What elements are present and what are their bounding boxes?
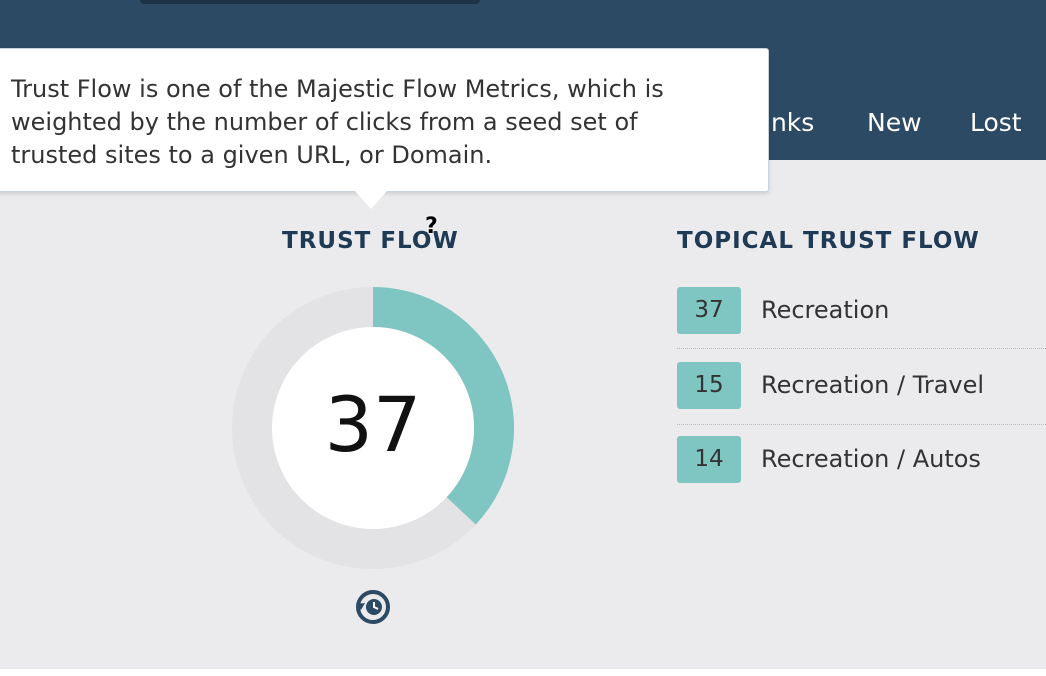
- tooltip-line: weighted by the number of clicks from a …: [11, 108, 638, 136]
- search-bar[interactable]: [140, 0, 480, 4]
- help-cursor-icon[interactable]: ?: [425, 214, 438, 239]
- topic-row: 15 Recreation / Travel: [677, 362, 1046, 410]
- trust-flow-value: 37: [324, 380, 422, 469]
- topical-trust-flow-title: TOPICAL TRUST FLOW: [677, 228, 980, 254]
- tooltip-line: trusted sites to a given URL, or Domain.: [11, 141, 493, 169]
- topic-row: 14 Recreation / Autos: [677, 436, 1046, 484]
- tooltip-line: Trust Flow is one of the Majestic Flow M…: [11, 75, 664, 103]
- topic-row: 37 Recreation: [677, 287, 1046, 335]
- topic-score-badge: 37: [677, 287, 741, 334]
- topic-label[interactable]: Recreation: [761, 287, 889, 334]
- topic-label[interactable]: Recreation / Travel: [761, 362, 984, 409]
- topic-score-badge: 15: [677, 362, 741, 409]
- trust-flow-tooltip: Trust Flow is one of the Majestic Flow M…: [0, 48, 769, 209]
- tab-new[interactable]: New: [867, 108, 922, 137]
- tooltip-arrow: [355, 191, 387, 209]
- topic-score-badge: 14: [677, 436, 741, 483]
- tooltip-text: Trust Flow is one of the Majestic Flow M…: [11, 73, 751, 172]
- topic-label[interactable]: Recreation / Autos: [761, 436, 981, 483]
- topic-divider: [677, 424, 1046, 425]
- history-icon[interactable]: [352, 586, 394, 628]
- tab-backlinks[interactable]: inks: [764, 108, 814, 137]
- tab-lost[interactable]: Lost: [970, 108, 1022, 137]
- topic-divider: [677, 348, 1046, 349]
